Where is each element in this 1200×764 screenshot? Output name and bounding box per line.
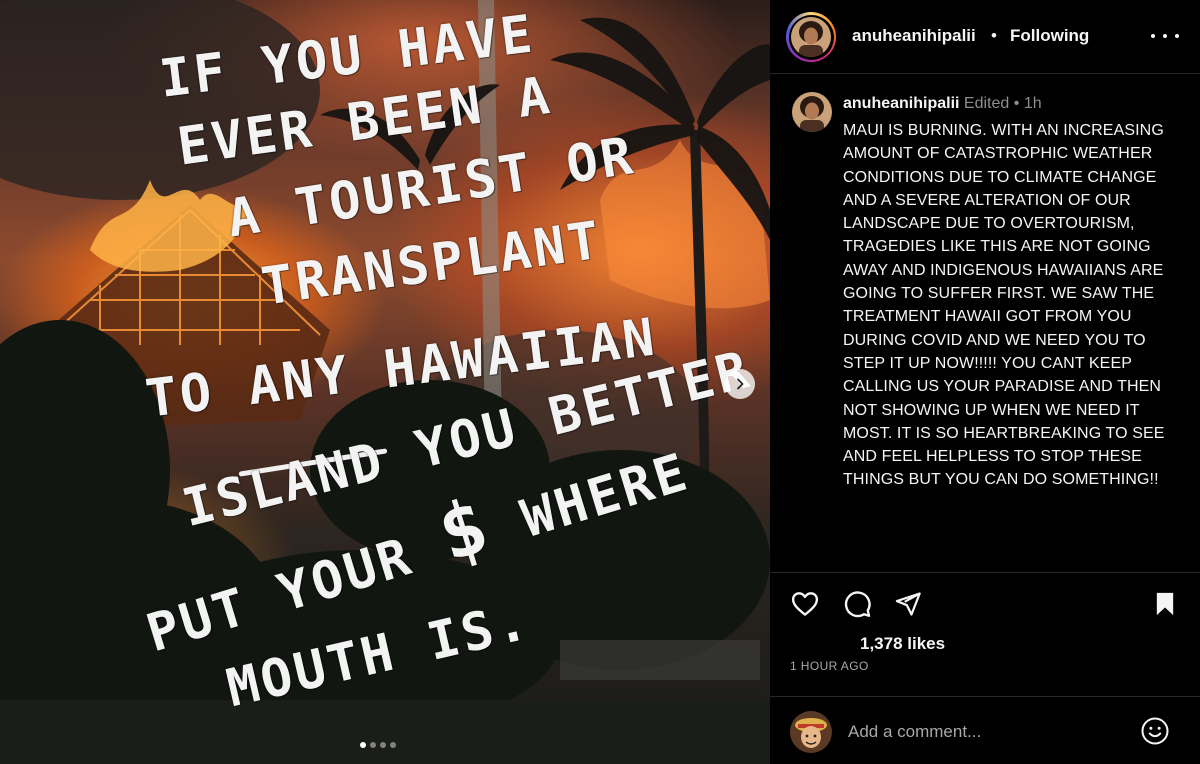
- bookmark-icon: [1156, 592, 1174, 616]
- save-button[interactable]: [1148, 587, 1182, 621]
- dollar-sign: $: [428, 479, 501, 579]
- comment-input[interactable]: [848, 719, 1128, 745]
- dot-separator: •: [991, 26, 997, 45]
- story-ring[interactable]: [786, 12, 836, 62]
- handwritten-overlay: IF YOU HAVE EVER BEEN A A TOURIST OR TRA…: [0, 0, 770, 764]
- carousel-dot: [390, 742, 396, 748]
- likes-count[interactable]: 1,378 likes: [860, 634, 945, 654]
- post-timestamp[interactable]: 1 HOUR AGO: [790, 659, 869, 673]
- comment-bar: [770, 696, 1200, 764]
- share-button[interactable]: [891, 587, 925, 621]
- carousel-dot: [370, 742, 376, 748]
- avatar[interactable]: [792, 92, 832, 132]
- avatar-image: [791, 17, 831, 57]
- comment-button[interactable]: [840, 587, 874, 621]
- post-actions: 1,378 likes 1 HOUR AGO: [770, 572, 1200, 682]
- post-media[interactable]: IF YOU HAVE EVER BEEN A A TOURIST OR TRA…: [0, 0, 770, 764]
- post-side-panel: anuheanihipalii • Following anuheanihipa…: [770, 0, 1200, 764]
- header-username[interactable]: anuheanihipalii: [852, 26, 976, 46]
- following-button[interactable]: Following: [1010, 26, 1089, 46]
- comment-icon: [844, 591, 871, 618]
- edited-label: Edited: [963, 95, 1010, 112]
- carousel-dot: [380, 742, 386, 748]
- more-options-icon[interactable]: [1151, 24, 1179, 48]
- post-header: anuheanihipalii • Following: [770, 0, 1200, 74]
- share-icon: [895, 592, 921, 616]
- caption-text: MAUI IS BURNING. WITH AN INCREASING AMOU…: [843, 122, 1165, 489]
- carousel-dot: [360, 742, 366, 748]
- overlay-words: WHERE: [514, 442, 697, 550]
- dot-separator: •: [1013, 95, 1020, 112]
- chevron-right-icon: [737, 378, 744, 390]
- caption-meta: anuheanihipalii Edited • 1h: [843, 95, 1042, 113]
- avatar-image: [792, 92, 832, 132]
- carousel-indicator: [360, 742, 396, 748]
- emoji-button[interactable]: [1140, 716, 1170, 746]
- avatar: [790, 711, 832, 753]
- carousel-next-button[interactable]: [725, 369, 755, 399]
- caption-section: anuheanihipalii Edited • 1h MAUI IS BURN…: [770, 74, 1200, 572]
- avatar: [791, 17, 831, 57]
- smiley-icon: [1141, 717, 1169, 745]
- current-user-avatar: [790, 711, 832, 753]
- caption-username[interactable]: anuheanihipalii: [843, 95, 959, 112]
- caption-age[interactable]: 1h: [1024, 95, 1042, 112]
- heart-icon: [791, 592, 819, 616]
- like-button[interactable]: [788, 587, 822, 621]
